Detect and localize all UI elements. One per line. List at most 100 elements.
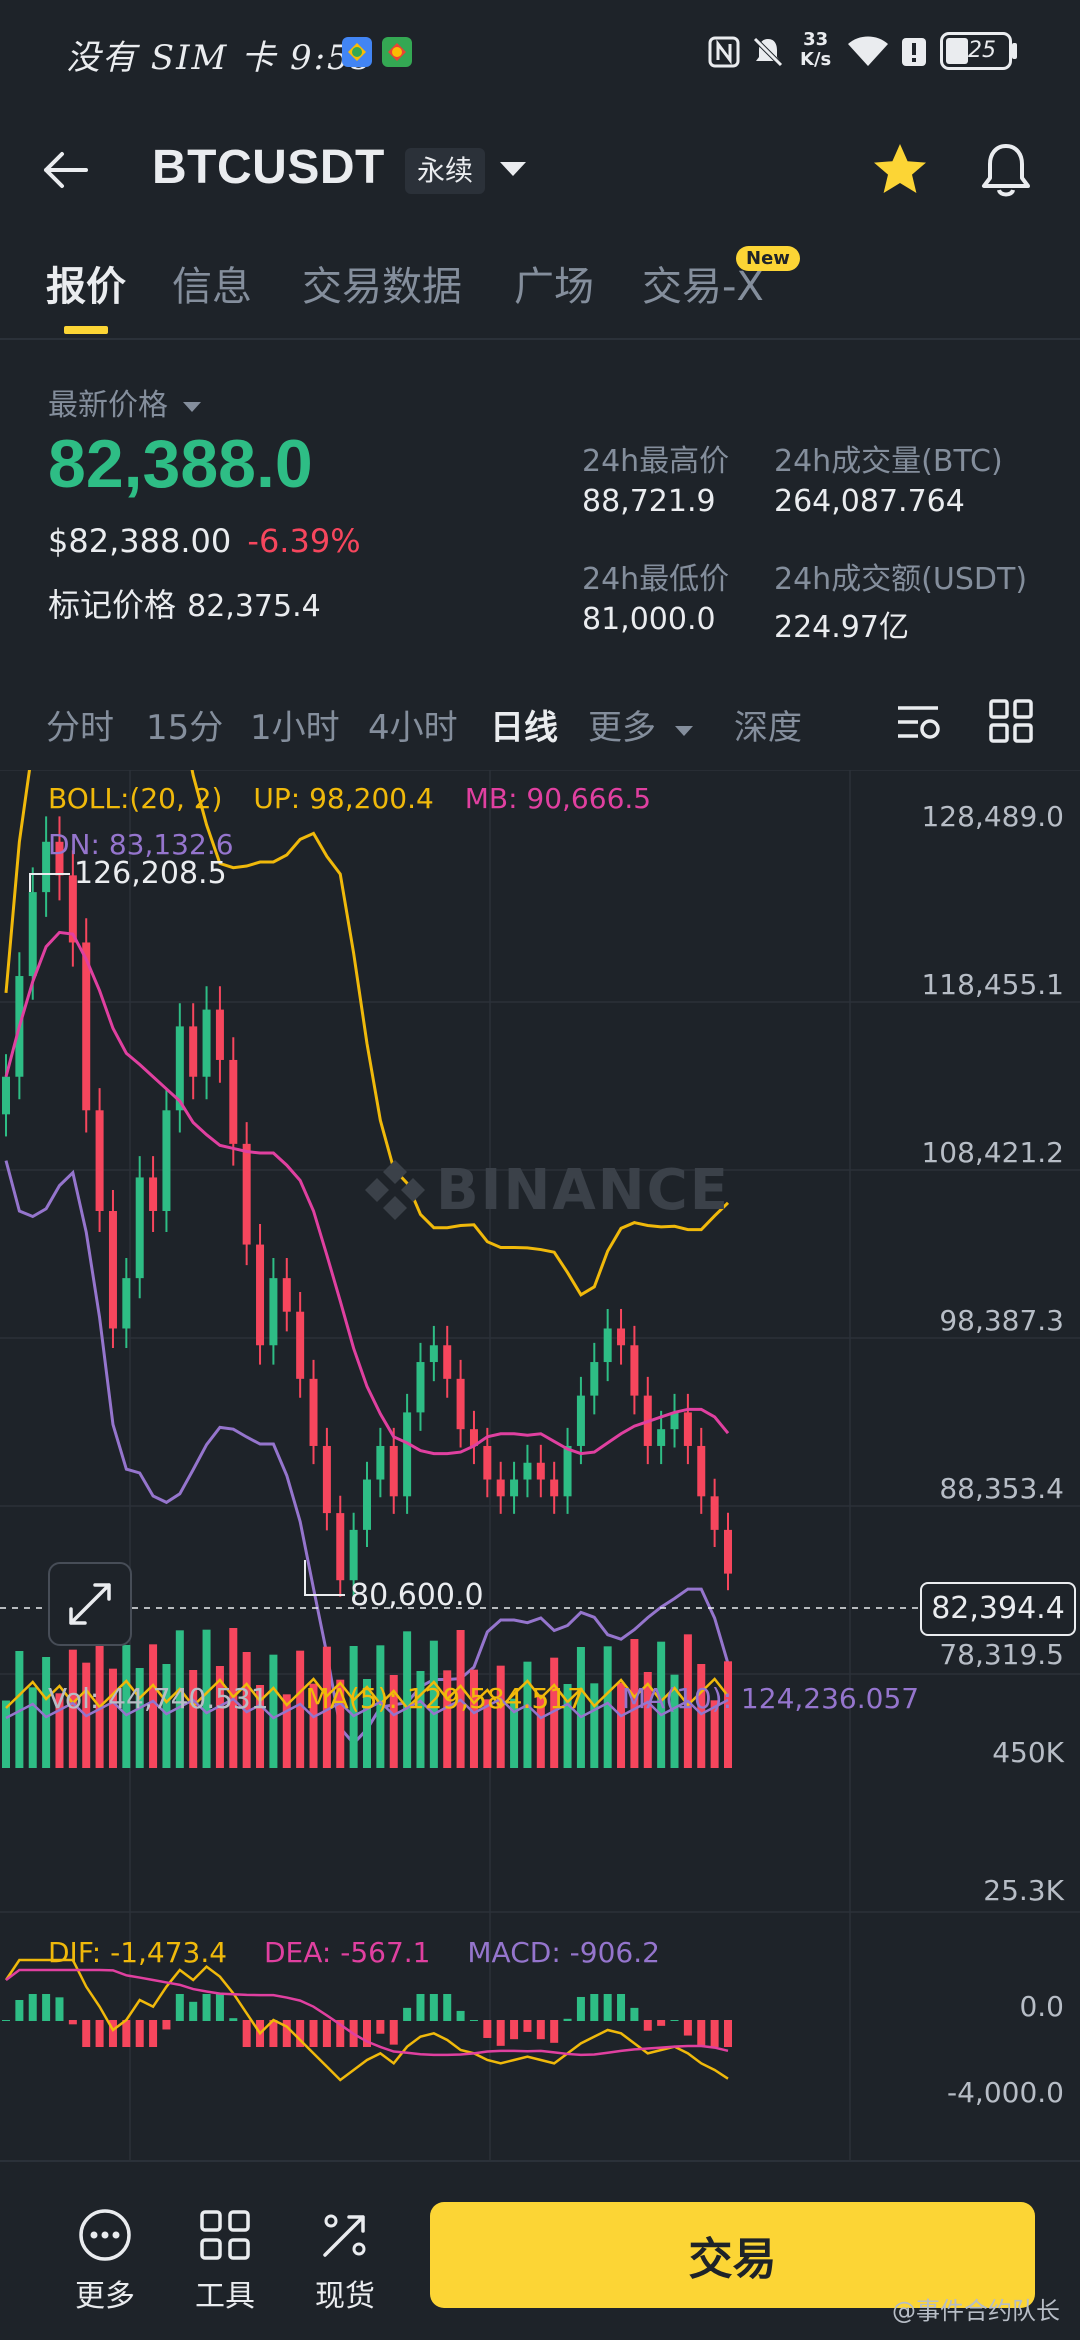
candle [282, 1278, 291, 1312]
candle [456, 1378, 465, 1430]
layout-grid-button[interactable] [988, 698, 1034, 748]
interval-time[interactable]: 分时 [46, 700, 114, 749]
candle [617, 1328, 626, 1346]
interval-more[interactable]: 更多 [588, 700, 695, 749]
candle [322, 1445, 331, 1514]
latest-price-label[interactable]: 最新价格 [48, 380, 203, 424]
back-button[interactable] [40, 130, 110, 210]
tab-active-indicator [64, 326, 108, 334]
change-pct: -6.39% [247, 522, 361, 560]
volume-usdt-value: 224.97亿 [774, 610, 909, 645]
macd-bar [630, 2007, 639, 2021]
volume-ma10-value: MA(10): 124,236.057 [621, 1682, 920, 1715]
macd-bar [309, 2020, 318, 2047]
macd-axis-tick: 0.0 [1019, 1990, 1064, 2023]
volume-bar [2, 1700, 10, 1768]
volume-bar [28, 1687, 37, 1768]
macd-bar [683, 2020, 692, 2036]
interval-depth[interactable]: 深度 [734, 700, 802, 749]
macd-value: MACD: -906.2 [467, 1936, 660, 1969]
interval-15m[interactable]: 15分 [146, 700, 223, 749]
macd-bar [122, 2020, 131, 2047]
macd-bar [2, 2020, 10, 2021]
candle [349, 1529, 358, 1581]
candle [256, 1244, 265, 1346]
macd-bar [135, 2020, 144, 2047]
candle [135, 1177, 144, 1279]
volume-axis-tick: 450K [992, 1736, 1064, 1769]
macd-bar [242, 2020, 251, 2047]
candle [389, 1445, 398, 1497]
volume-btc-value: 264,087.764 [774, 484, 965, 519]
spot-button[interactable]: 现货 [295, 2207, 395, 2315]
symbol-title[interactable]: BTCUSDT [152, 140, 385, 195]
macd-bar [456, 2010, 465, 2021]
candle [2, 1076, 10, 1115]
alert-button[interactable] [976, 138, 1036, 206]
boll-up-value: UP: 98,200.4 [253, 782, 434, 815]
candle [202, 1009, 211, 1077]
macd-bar [82, 2020, 91, 2047]
star-icon [874, 144, 926, 193]
tab-square[interactable]: 广场 [514, 254, 594, 312]
high-value: 88,721.9 [582, 484, 716, 519]
tab-quote[interactable]: 报价 [46, 254, 126, 312]
candle [523, 1462, 532, 1480]
swap-arrow-icon [323, 2214, 366, 2257]
candle [630, 1345, 639, 1396]
expand-icon [69, 1583, 111, 1625]
macd-bar [429, 1994, 438, 2021]
interval-4h[interactable]: 4小时 [368, 700, 458, 749]
candle [550, 1479, 559, 1497]
volume-btc-label: 24h成交量(BTC) [774, 444, 1003, 479]
macd-bar [15, 2000, 24, 2021]
tools-button[interactable]: 工具 [175, 2207, 275, 2315]
tab-info[interactable]: 信息 [172, 254, 252, 312]
tab-trading-data[interactable]: 交易数据 [302, 254, 462, 312]
macd-bar [322, 2020, 331, 2047]
candle [510, 1479, 519, 1497]
chart-settings-button[interactable] [894, 700, 944, 748]
symbol-dropdown[interactable] [498, 158, 528, 186]
volume-axis-tick: 25.3K [983, 1874, 1064, 1907]
interval-1d[interactable]: 日线 [490, 700, 558, 749]
candle [215, 1009, 224, 1060]
price-axis-tick: 88,353.4 [939, 1472, 1064, 1505]
candle [697, 1445, 706, 1497]
low-label: 24h最低价 [582, 562, 730, 597]
high-marker-label: 126,208.5 [74, 856, 227, 891]
candle [189, 1026, 198, 1077]
interval-1h[interactable]: 1小时 [250, 700, 340, 749]
alert-icon [900, 32, 928, 72]
kline-chart[interactable]: BINANCE BOLL:(20, 2) UP: 98,200.4 MB: 90… [0, 770, 1080, 2160]
candle [724, 1529, 732, 1574]
spot-label: 现货 [315, 2279, 375, 2314]
macd-bar [416, 1994, 425, 2021]
fullscreen-button[interactable] [48, 1562, 132, 1646]
macd-bar [202, 1994, 211, 2021]
price-axis-tick: 108,421.2 [921, 1136, 1064, 1169]
caret-down-icon [500, 162, 526, 176]
macd-bar [563, 2018, 572, 2021]
wifi-icon [846, 32, 890, 72]
more-button[interactable]: 更多 [55, 2207, 155, 2315]
current-price-tag: 82,394.4 [920, 1582, 1076, 1636]
favorite-button[interactable] [870, 140, 930, 204]
candle [710, 1496, 719, 1530]
new-badge: New [736, 246, 800, 271]
usd-value-row: $82,388.00 -6.39% [48, 522, 361, 560]
app-icon [380, 32, 414, 72]
macd-bar [95, 2020, 104, 2047]
candle [269, 1278, 278, 1346]
macd-bar [55, 1997, 64, 2021]
candle [376, 1445, 385, 1480]
macd-bar [403, 2007, 412, 2021]
macd-bar [162, 2020, 171, 2030]
candle [443, 1345, 452, 1379]
candle [429, 1345, 438, 1363]
macd-bar [603, 1994, 612, 2021]
macd-bar [510, 2020, 519, 2040]
bell-icon [982, 144, 1030, 197]
tools-grid-icon [200, 2210, 250, 2260]
candle [603, 1328, 612, 1363]
